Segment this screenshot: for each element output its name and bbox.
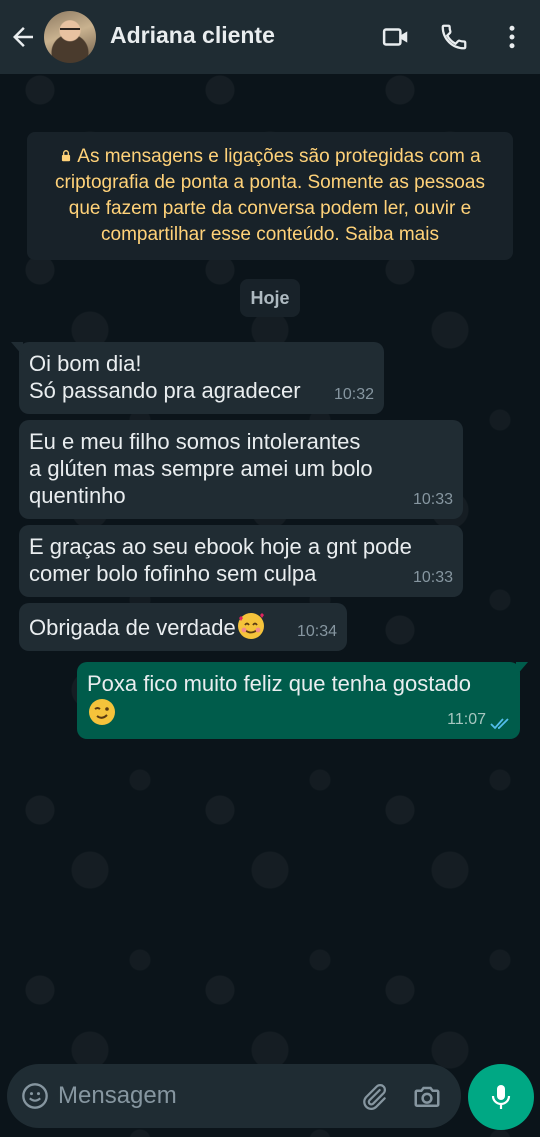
- message-time: 10:32: [333, 386, 374, 403]
- attach-icon[interactable]: [359, 1082, 389, 1112]
- smiling-face-with-hearts-icon: [236, 611, 266, 641]
- message-composer[interactable]: Mensagem: [7, 1064, 461, 1128]
- chat-screen: Adriana cliente As mensagens e ligações …: [0, 0, 540, 1137]
- chat-header: Adriana cliente: [0, 0, 540, 74]
- message-bubble-incoming[interactable]: Oi bom dia! Só passando pra agradecer 10…: [11, 342, 384, 414]
- message-input[interactable]: Mensagem: [58, 1082, 177, 1110]
- message-text: Poxa fico muito feliz que tenha gostado: [87, 671, 472, 696]
- video-call-icon[interactable]: [381, 22, 411, 52]
- message-text: E graças ao seu ebook hoje a gnt pode co…: [29, 534, 412, 586]
- winking-face-icon: [87, 697, 117, 727]
- microphone-icon: [491, 1085, 511, 1109]
- encryption-notice-text: As mensagens e ligações são protegidas c…: [55, 146, 485, 245]
- message-text: Eu e meu filho somos intolerantes a glút…: [29, 429, 373, 508]
- message-bubble-incoming[interactable]: E graças ao seu ebook hoje a gnt pode co…: [19, 525, 463, 597]
- camera-icon[interactable]: [412, 1082, 442, 1112]
- lock-icon: [62, 150, 71, 162]
- microphone-button[interactable]: [468, 1064, 534, 1130]
- date-separator: Hoje: [240, 279, 300, 317]
- contact-avatar[interactable]: [44, 11, 96, 63]
- more-options-icon[interactable]: [497, 22, 527, 52]
- message-time: 10:33: [412, 491, 453, 508]
- message-time: 10:34: [296, 623, 337, 640]
- encryption-notice[interactable]: As mensagens e ligações são protegidas c…: [27, 132, 513, 260]
- back-arrow-icon[interactable]: [8, 22, 38, 52]
- message-time: 10:33: [412, 569, 453, 586]
- emoji-icon[interactable]: [21, 1082, 49, 1110]
- contact-name[interactable]: Adriana cliente: [110, 22, 275, 49]
- message-bubble-incoming[interactable]: Eu e meu filho somos intolerantes a glút…: [19, 420, 463, 519]
- read-receipt-icon: [490, 718, 509, 730]
- bubble-tail: [516, 662, 528, 676]
- bubble-tail: [11, 342, 23, 356]
- message-bubble-incoming[interactable]: Obrigada de verdade 10:34: [19, 603, 347, 651]
- message-text-line: Obrigada de verdade: [29, 611, 337, 641]
- avatar-glasses: [60, 28, 80, 36]
- message-text: Oi bom dia! Só passando pra agradecer: [29, 351, 301, 403]
- message-time: 11:07: [447, 711, 486, 728]
- message-text: Obrigada de verdade: [29, 615, 236, 640]
- message-bubble-outgoing[interactable]: Poxa fico muito feliz que tenha gostado …: [77, 662, 528, 739]
- voice-call-icon[interactable]: [439, 22, 469, 52]
